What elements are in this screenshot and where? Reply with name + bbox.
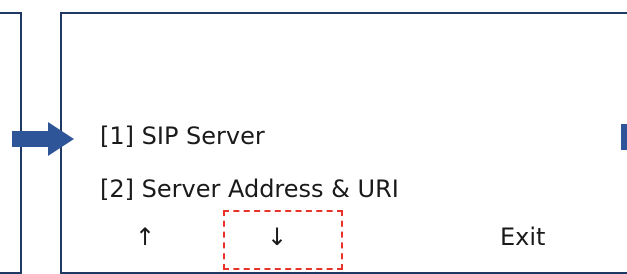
pointer-arrow-icon (12, 122, 74, 156)
phone-display-screen: [1] SIP Server [2] Server Address & URI … (60, 12, 627, 274)
softkey-up-arrow[interactable]: ↑ (135, 225, 155, 249)
down-key-highlight-box (223, 210, 343, 270)
menu-item-sip-server[interactable]: [1] SIP Server (100, 124, 265, 148)
menu-item-server-address-uri[interactable]: [2] Server Address & URI (100, 177, 399, 201)
next-arrow-icon (621, 124, 627, 150)
softkey-exit[interactable]: Exit (500, 225, 545, 249)
